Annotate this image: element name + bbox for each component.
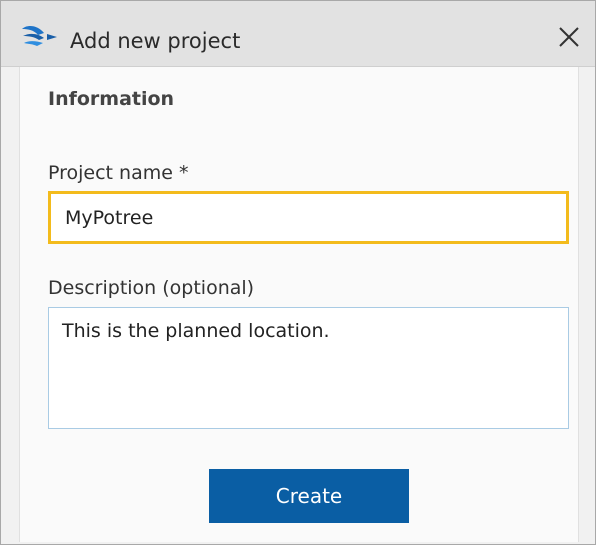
description-textarea[interactable]: This is the planned location. (48, 307, 569, 429)
section-title: Information (48, 88, 175, 110)
dialog-content: Information Project name * Description (… (19, 67, 579, 542)
app-logo-icon (22, 25, 57, 46)
add-project-dialog: Add new project Information Project name… (0, 0, 596, 545)
dialog-titlebar: Add new project (1, 1, 595, 67)
close-icon (559, 27, 579, 47)
create-button[interactable]: Create (209, 469, 409, 523)
description-label: Description (optional) (48, 277, 255, 299)
close-button[interactable] (549, 17, 589, 57)
dialog-title: Add new project (70, 29, 241, 53)
project-name-label: Project name * (48, 162, 189, 184)
project-name-input[interactable] (48, 191, 569, 244)
